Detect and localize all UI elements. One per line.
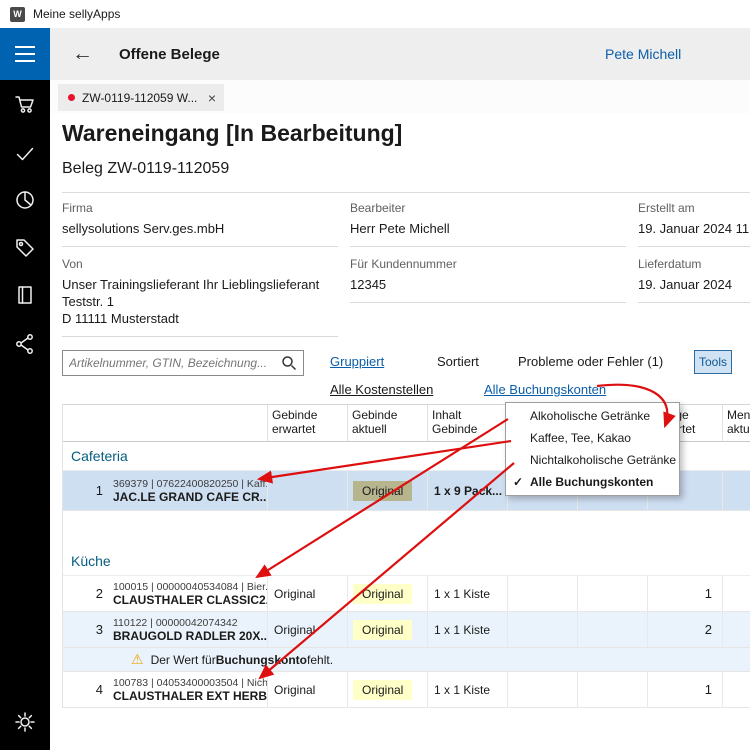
dropdown-item[interactable]: Kaffee, Tee, Kakao xyxy=(506,427,679,449)
field-firma: Firma sellysolutions Serv.ges.mbH xyxy=(62,201,338,247)
pie-chart-icon xyxy=(13,188,37,212)
article-name: JAC.LE GRAND CAFE CR... xyxy=(113,490,267,504)
window-title: Meine sellyApps xyxy=(33,7,120,21)
app-window: { "window": { "title": "Meine sellyApps"… xyxy=(0,0,750,750)
article-code: 369379 | 07622400820250 | Kaff... xyxy=(113,478,267,490)
sidebar-item-journal[interactable] xyxy=(0,273,50,317)
field-erstellt-am: Erstellt am 19. Januar 2024 11:20 xyxy=(638,201,750,247)
unsaved-indicator-dot xyxy=(68,94,75,101)
filter-gruppiert[interactable]: Gruppiert xyxy=(330,354,384,369)
col-gebinde-erwartet: Gebinde erwartet xyxy=(268,405,348,442)
sidebar xyxy=(0,28,50,750)
check-icon: ✓ xyxy=(513,475,523,489)
sidebar-item-network[interactable] xyxy=(0,322,50,366)
tools-button[interactable]: Tools xyxy=(694,350,732,374)
article-name: BRAUGOLD RADLER 20X... xyxy=(113,629,267,643)
gebinde-badge: Original xyxy=(353,680,412,700)
field-bearbeiter: Bearbeiter Herr Pete Michell xyxy=(350,201,626,247)
col-inhalt-gebinde: Inhalt Gebinde xyxy=(428,405,508,442)
filter-buchungskonten[interactable]: Alle Buchungskonten xyxy=(484,382,606,397)
group-header-kueche[interactable]: Küche xyxy=(63,547,750,576)
row-number: 2 xyxy=(63,586,103,601)
warning-icon: ⚠ xyxy=(131,651,144,668)
filter-probleme[interactable]: Probleme oder Fehler (1) xyxy=(518,354,663,369)
field-von: Von Unser Trainingslieferant Ihr Lieblin… xyxy=(62,257,338,337)
search-box xyxy=(62,350,304,376)
gebinde-badge: Original xyxy=(353,481,412,501)
table-row[interactable]: 2 100015 | 00000040534084 | Bier... CLAU… xyxy=(63,576,750,612)
page-title: Offene Belege xyxy=(119,46,220,63)
close-icon[interactable]: × xyxy=(208,90,216,106)
user-link[interactable]: Pete Michell xyxy=(605,46,681,62)
sidebar-item-pricing[interactable] xyxy=(0,226,50,270)
dropdown-item-selected[interactable]: ✓ Alle Buchungskonten xyxy=(506,471,679,493)
network-share-icon xyxy=(13,332,37,356)
col-gebinde-aktuell: Gebinde aktuell xyxy=(348,405,428,442)
back-button[interactable]: ← xyxy=(72,42,93,66)
dropdown-item[interactable]: Nichtalkoholische Getränke xyxy=(506,449,679,471)
search-icon[interactable] xyxy=(281,355,297,371)
check-icon xyxy=(13,142,37,166)
document-title: Wareneingang [In Bearbeitung] xyxy=(62,120,402,147)
filter-sortiert[interactable]: Sortiert xyxy=(437,354,479,369)
gear-icon xyxy=(13,710,37,734)
price-tag-icon xyxy=(13,236,37,260)
cart-icon xyxy=(13,92,37,116)
filter-kostenstellen[interactable]: Alle Kostenstellen xyxy=(330,382,433,397)
sidebar-item-statistics[interactable] xyxy=(0,178,50,222)
gebinde-badge: Original xyxy=(353,620,412,640)
sidebar-item-tasks[interactable] xyxy=(0,132,50,176)
dropdown-item[interactable]: Alkoholische Getränke xyxy=(506,405,679,427)
article-code: 100015 | 00000040534084 | Bier... xyxy=(113,581,267,593)
divider xyxy=(62,192,750,193)
buchungskonten-dropdown: Alkoholische Getränke Kaffee, Tee, Kakao… xyxy=(505,402,680,496)
settings-button[interactable] xyxy=(0,700,50,744)
window-titlebar: W Meine sellyApps xyxy=(0,0,750,28)
article-code: 100783 | 04053400003504 | Nich... xyxy=(113,677,267,689)
gebinde-badge: Original xyxy=(353,584,412,604)
validation-warning: ⚠ Der Wert für Buchungskonto fehlt. xyxy=(63,648,750,672)
article-code: 110122 | 00000042074342 xyxy=(113,617,267,629)
article-name: CLAUSTHALER EXT HERB... xyxy=(113,689,267,703)
app-icon: W xyxy=(10,7,25,22)
search-input[interactable] xyxy=(63,356,281,370)
journal-icon xyxy=(13,283,37,307)
document-subtitle: Beleg ZW-0119-112059 xyxy=(62,160,229,178)
document-tab[interactable]: ZW-0119-112059 W... × xyxy=(58,84,224,111)
tab-label: ZW-0119-112059 W... xyxy=(82,91,197,105)
tab-strip: ZW-0119-112059 W... × xyxy=(50,80,750,113)
table-row[interactable]: 4 100783 | 04053400003504 | Nich... CLAU… xyxy=(63,672,750,708)
col-artikel xyxy=(63,405,268,442)
sidebar-item-cart[interactable] xyxy=(0,82,50,126)
row-number: 3 xyxy=(63,622,103,637)
group-gap xyxy=(63,511,750,547)
col-menge-aktuell: Menge aktuell xyxy=(723,405,750,442)
row-number: 1 xyxy=(63,483,103,498)
menu-button[interactable] xyxy=(0,28,50,80)
article-name: CLAUSTHALER CLASSIC2... xyxy=(113,593,267,607)
hamburger-icon xyxy=(15,46,35,48)
field-lieferdatum: Lieferdatum 19. Januar 2024 xyxy=(638,257,750,303)
row-number: 4 xyxy=(63,682,103,697)
page-header: ← Offene Belege Pete Michell xyxy=(50,28,750,80)
table-row[interactable]: 3 110122 | 00000042074342 BRAUGOLD RADLE… xyxy=(63,612,750,648)
field-kundennummer: Für Kundennummer 12345 xyxy=(350,257,626,303)
